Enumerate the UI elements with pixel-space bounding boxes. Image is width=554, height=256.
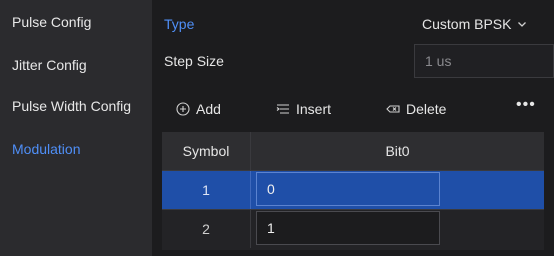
- type-select-value: Custom BPSK: [422, 16, 512, 32]
- add-button[interactable]: Add: [176, 101, 221, 117]
- type-select[interactable]: Custom BPSK: [422, 16, 527, 32]
- type-label: Type: [164, 16, 195, 32]
- symbol-cell: 1: [162, 171, 251, 209]
- symbol-cell: 2: [162, 210, 251, 248]
- insert-button[interactable]: Insert: [276, 101, 331, 117]
- sidebar-item-modulation[interactable]: Modulation: [12, 141, 81, 157]
- add-button-label: Add: [196, 101, 221, 117]
- table-row[interactable]: 1: [162, 171, 544, 209]
- delete-button-label: Delete: [406, 101, 447, 117]
- bit0-input[interactable]: [256, 172, 440, 206]
- sidebar: Pulse Config Jitter Config Pulse Width C…: [0, 0, 152, 256]
- step-size-label: Step Size: [164, 53, 224, 69]
- modulation-settings-window: Pulse Config Jitter Config Pulse Width C…: [0, 0, 554, 256]
- insert-row-icon: [276, 104, 289, 114]
- more-options-button[interactable]: •••: [516, 96, 536, 114]
- column-header-symbol: Symbol: [162, 132, 251, 171]
- main-panel: Type Custom BPSK Step Size Add Insert: [152, 0, 554, 256]
- delete-row-icon: [386, 105, 400, 113]
- insert-button-label: Insert: [296, 101, 332, 117]
- table-row[interactable]: 2: [162, 210, 544, 248]
- bit0-input[interactable]: [256, 211, 440, 245]
- sidebar-item-jitter-config[interactable]: Jitter Config: [12, 57, 87, 73]
- delete-button[interactable]: Delete: [386, 101, 446, 117]
- step-size-input[interactable]: [414, 44, 554, 78]
- column-header-bit0: Bit0: [251, 132, 544, 171]
- symbol-table: Symbol Bit0 1 2: [162, 132, 544, 250]
- chevron-down-icon: [518, 22, 527, 27]
- plus-circle-icon: [176, 102, 190, 116]
- sidebar-item-pulse-config[interactable]: Pulse Config: [12, 14, 91, 30]
- sidebar-item-pulse-width-config[interactable]: Pulse Width Config: [12, 98, 131, 114]
